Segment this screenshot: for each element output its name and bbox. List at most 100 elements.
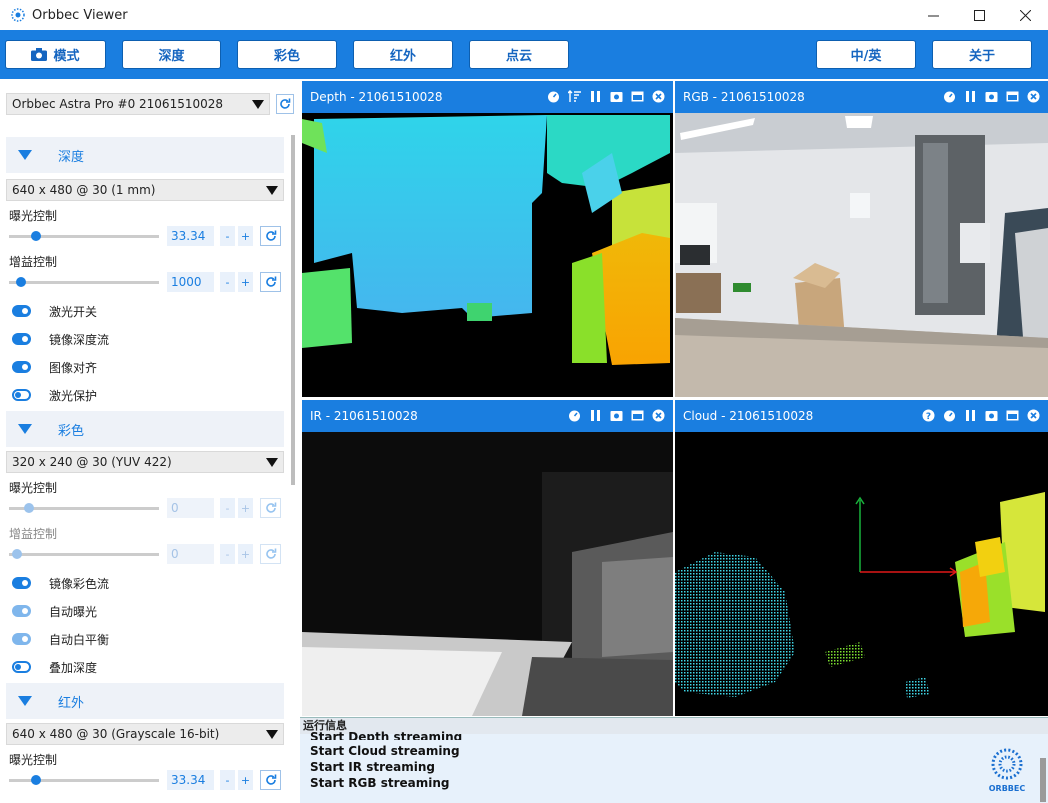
gauge-icon[interactable] bbox=[568, 409, 581, 422]
ir-exposure-increment-button[interactable]: + bbox=[238, 770, 253, 790]
depth-gain-increment-button[interactable]: + bbox=[238, 272, 253, 292]
slider-knob[interactable] bbox=[16, 277, 26, 287]
rgb-view-title: RGB - 21061510028 bbox=[683, 90, 805, 104]
ir-view: IR - 21061510028 bbox=[302, 400, 673, 716]
depth-exposure-slider[interactable] bbox=[9, 231, 159, 241]
depth-button[interactable]: 深度 bbox=[122, 40, 221, 69]
mirror-color-toggle[interactable] bbox=[12, 577, 31, 589]
depth-gain-decrement-button[interactable]: - bbox=[220, 272, 235, 292]
close-view-icon[interactable] bbox=[1027, 90, 1040, 103]
pause-icon[interactable] bbox=[589, 409, 602, 422]
slider-knob[interactable] bbox=[23, 503, 34, 513]
ir-exposure-reset-button[interactable] bbox=[260, 770, 281, 790]
pause-icon[interactable] bbox=[964, 409, 977, 422]
depth-exposure-value[interactable]: 33.34 bbox=[167, 226, 214, 246]
language-label: 中/英 bbox=[850, 49, 882, 64]
ir-exposure-slider[interactable] bbox=[9, 775, 159, 785]
depth-gain-value[interactable]: 1000 bbox=[167, 272, 214, 292]
maximize-view-icon[interactable] bbox=[1006, 409, 1019, 422]
gauge-icon[interactable] bbox=[943, 409, 956, 422]
color-button[interactable]: 彩色 bbox=[237, 40, 337, 69]
maximize-view-icon[interactable] bbox=[631, 409, 644, 422]
overlay-depth-label: 叠加深度 bbox=[49, 661, 98, 675]
help-icon[interactable]: ? bbox=[922, 409, 935, 422]
slider-knob[interactable] bbox=[11, 549, 22, 559]
depth-section-header[interactable]: 深度 bbox=[6, 137, 284, 173]
ir-exposure-value[interactable]: 33.34 bbox=[167, 770, 214, 790]
refresh-icon bbox=[280, 98, 291, 109]
color-gain-value[interactable]: 0 bbox=[167, 544, 214, 564]
color-exposure-reset-button[interactable] bbox=[260, 498, 281, 518]
dropdown-arrow-icon bbox=[266, 186, 278, 195]
close-button[interactable] bbox=[1002, 0, 1048, 30]
pause-icon[interactable] bbox=[964, 90, 977, 103]
overlay-depth-toggle[interactable] bbox=[12, 661, 31, 673]
color-section-header[interactable]: 彩色 bbox=[6, 411, 284, 447]
depth-mode-select[interactable]: 640 x 480 @ 30 (1 mm) bbox=[6, 179, 284, 201]
ir-view-title: IR - 21061510028 bbox=[310, 409, 418, 423]
slider-knob[interactable] bbox=[31, 231, 41, 241]
about-button[interactable]: 关于 bbox=[932, 40, 1032, 69]
settings-scrollbar[interactable] bbox=[288, 131, 298, 801]
sort-icon[interactable] bbox=[568, 90, 581, 103]
ir-button[interactable]: 红外 bbox=[353, 40, 453, 69]
image-align-toggle[interactable] bbox=[12, 361, 31, 373]
maximize-view-icon[interactable] bbox=[1006, 90, 1019, 103]
laser-protect-toggle[interactable] bbox=[12, 389, 31, 401]
close-view-icon[interactable] bbox=[652, 90, 665, 103]
color-exposure-slider[interactable] bbox=[9, 503, 159, 513]
maximize-button[interactable] bbox=[956, 0, 1002, 30]
log-panel: 运行信息 Start Depth streaming Start Cloud s… bbox=[300, 717, 1048, 803]
ir-exposure-decrement-button[interactable]: - bbox=[220, 770, 235, 790]
language-button[interactable]: 中/英 bbox=[816, 40, 916, 69]
mode-button[interactable]: 模式 bbox=[5, 40, 106, 69]
depth-exposure-decrement-button[interactable]: - bbox=[220, 226, 235, 246]
ir-image bbox=[302, 432, 673, 716]
pause-icon[interactable] bbox=[589, 90, 602, 103]
log-scrollbar[interactable] bbox=[1040, 758, 1046, 802]
snapshot-icon[interactable] bbox=[610, 409, 623, 422]
image-align-label: 图像对齐 bbox=[49, 361, 98, 375]
depth-section-title: 深度 bbox=[58, 149, 85, 165]
color-gain-reset-button[interactable] bbox=[260, 544, 281, 564]
device-select-value: Orbbec Astra Pro #0 21061510028 bbox=[12, 97, 224, 111]
slider-knob[interactable] bbox=[31, 775, 41, 785]
snapshot-icon[interactable] bbox=[985, 90, 998, 103]
color-exposure-increment-button[interactable]: + bbox=[238, 498, 253, 518]
minimize-button[interactable] bbox=[910, 0, 956, 30]
depth-gain-slider[interactable] bbox=[9, 277, 159, 287]
rgb-image bbox=[675, 113, 1048, 397]
snapshot-icon[interactable] bbox=[610, 90, 623, 103]
maximize-view-icon[interactable] bbox=[631, 90, 644, 103]
mirror-depth-toggle[interactable] bbox=[12, 333, 31, 345]
maximize-icon bbox=[973, 9, 985, 21]
color-exposure-value[interactable]: 0 bbox=[167, 498, 214, 518]
depth-exposure-reset-button[interactable] bbox=[260, 226, 281, 246]
color-mode-select[interactable]: 320 x 240 @ 30 (YUV 422) bbox=[6, 451, 284, 473]
depth-gain-reset-button[interactable] bbox=[260, 272, 281, 292]
laser-switch-toggle[interactable] bbox=[12, 305, 31, 317]
ir-section-header[interactable]: 红外 bbox=[6, 683, 284, 719]
cloud-button[interactable]: 点云 bbox=[469, 40, 569, 69]
auto-exposure-toggle[interactable] bbox=[12, 605, 31, 617]
refresh-icon bbox=[265, 276, 276, 287]
device-refresh-button[interactable] bbox=[276, 94, 294, 114]
color-gain-increment-button[interactable]: + bbox=[238, 544, 253, 564]
close-view-icon[interactable] bbox=[652, 409, 665, 422]
gauge-icon[interactable] bbox=[547, 90, 560, 103]
color-gain-decrement-button[interactable]: - bbox=[220, 544, 235, 564]
color-exposure-decrement-button[interactable]: - bbox=[220, 498, 235, 518]
depth-exposure-label: 曝光控制 bbox=[9, 209, 58, 223]
snapshot-icon[interactable] bbox=[985, 409, 998, 422]
color-gain-slider[interactable] bbox=[9, 549, 159, 559]
depth-exposure-increment-button[interactable]: + bbox=[238, 226, 253, 246]
auto-white-balance-toggle[interactable] bbox=[12, 633, 31, 645]
depth-image bbox=[302, 113, 673, 397]
device-select[interactable]: Orbbec Astra Pro #0 21061510028 bbox=[6, 93, 270, 115]
scrollbar-thumb[interactable] bbox=[291, 135, 295, 485]
ir-mode-select[interactable]: 640 x 480 @ 30 (Grayscale 16-bit) bbox=[6, 723, 284, 745]
camera-icon bbox=[31, 48, 48, 61]
close-view-icon[interactable] bbox=[1027, 409, 1040, 422]
laser-protect-label: 激光保护 bbox=[49, 389, 98, 403]
gauge-icon[interactable] bbox=[943, 90, 956, 103]
